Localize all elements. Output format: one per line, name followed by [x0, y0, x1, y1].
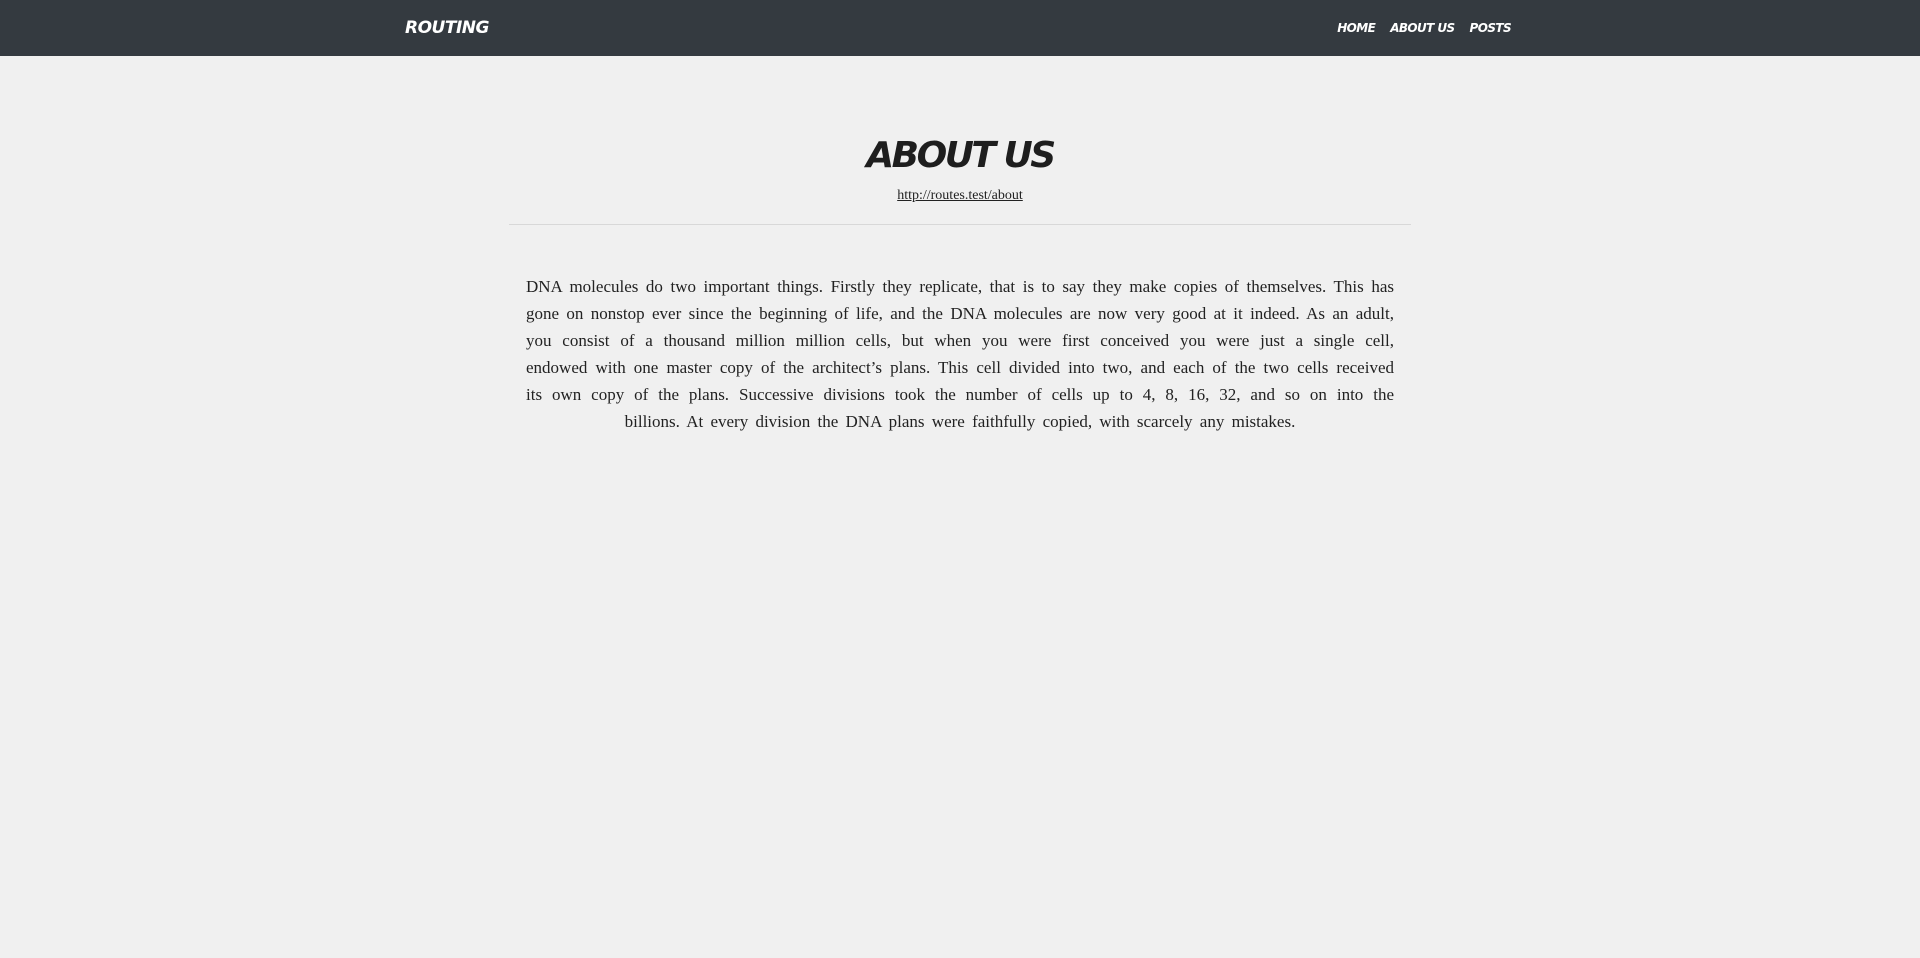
page-url-link[interactable]: http://routes.test/about	[897, 188, 1023, 204]
content-section: DNA molecules do two important things. F…	[509, 225, 1411, 435]
brand-link[interactable]: ROUTING	[405, 18, 489, 38]
page-header: ABOUT US http://routes.test/about	[509, 56, 1411, 225]
nav-link-posts[interactable]: POSTS	[1470, 21, 1512, 35]
navbar-container: ROUTING HOME ABOUT US POSTS	[405, 0, 1515, 56]
nav-link-about-us[interactable]: ABOUT US	[1390, 21, 1455, 35]
nav-links: HOME ABOUT US POSTS	[1337, 21, 1511, 35]
navbar: ROUTING HOME ABOUT US POSTS	[0, 0, 1920, 56]
body-paragraph: DNA molecules do two important things. F…	[526, 276, 1394, 431]
nav-link-home[interactable]: HOME	[1337, 21, 1376, 35]
main-content: ABOUT US http://routes.test/about DNA mo…	[509, 56, 1411, 435]
page-title: ABOUT US	[866, 135, 1056, 176]
